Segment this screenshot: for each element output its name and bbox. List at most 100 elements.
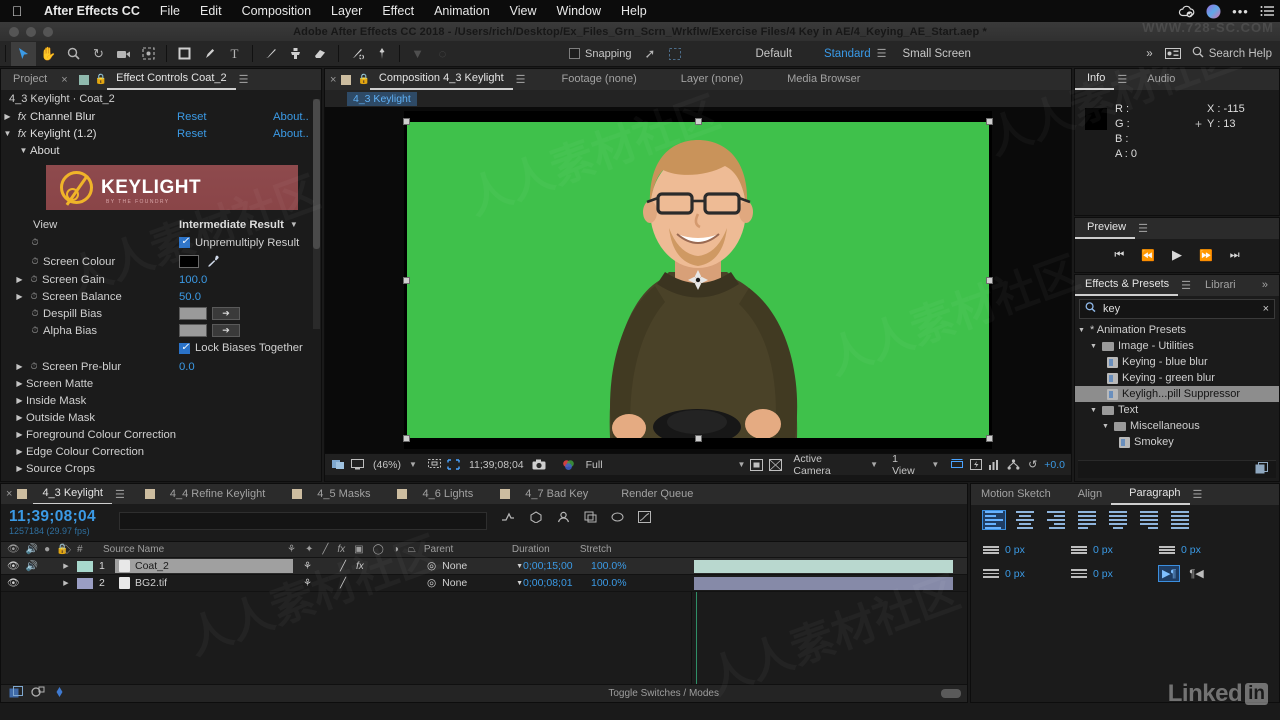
tab-4-4-refine-keylight[interactable]: 4_4 Refine Keylight bbox=[161, 484, 274, 505]
view-dropdown[interactable]: Intermediate Result ▼ bbox=[179, 219, 298, 231]
alpha-bias-swatch[interactable] bbox=[179, 324, 207, 337]
eye-icon[interactable]: 👁 bbox=[7, 578, 20, 589]
tab-effects-presets[interactable]: Effects & Presets bbox=[1075, 275, 1179, 296]
selection-handle-bc[interactable] bbox=[695, 435, 702, 442]
property-row-screen-balance[interactable]: ▶ ⏱ Screen Balance 50.0 bbox=[1, 288, 321, 305]
puppet-pin-tool-icon[interactable] bbox=[369, 42, 394, 66]
fast-previews-icon[interactable] bbox=[968, 457, 983, 473]
menu-window[interactable]: Window bbox=[547, 0, 611, 22]
align-center-button[interactable] bbox=[1014, 511, 1036, 529]
tab-info[interactable]: Info bbox=[1075, 69, 1115, 90]
indent-first-line-field[interactable]: 0 px bbox=[983, 566, 1071, 581]
ltr-icon[interactable]: ▶¶ bbox=[1157, 565, 1181, 582]
layer-label-color[interactable] bbox=[77, 560, 93, 572]
workspace-default[interactable]: Default bbox=[740, 48, 808, 60]
tab-render-queue[interactable]: Render Queue bbox=[597, 484, 702, 505]
chevron-right-icon[interactable]: ▶ bbox=[13, 430, 26, 439]
space-after-field[interactable]: 0 px bbox=[1071, 566, 1159, 581]
parent-pickwhip-icon[interactable]: ◎ bbox=[427, 577, 436, 589]
chevron-right-icon[interactable]: ▶ bbox=[1, 112, 14, 121]
alpha-bias-arrow-icon[interactable]: ➔ bbox=[212, 324, 240, 337]
shape-tool-icon[interactable] bbox=[172, 42, 197, 66]
effects-search-field[interactable]: key × bbox=[1079, 299, 1275, 319]
chevron-right-icon[interactable]: ▶ bbox=[13, 292, 26, 301]
about-channel-blur-button[interactable]: About.. bbox=[273, 111, 309, 123]
timeline-ruler[interactable]: 10s 12s 14s 16s bbox=[691, 504, 967, 542]
more-icon[interactable]: ••• bbox=[1232, 3, 1249, 20]
graph-editor-icon[interactable] bbox=[638, 511, 651, 526]
chevron-down-icon[interactable]: ▼ bbox=[516, 580, 523, 587]
selection-handle-mr[interactable] bbox=[986, 277, 993, 284]
menu-after-effects-cc[interactable]: After Effects CC bbox=[34, 0, 150, 22]
effect-row-keylight[interactable]: ▼ fx Keylight (1.2) Reset About.. bbox=[1, 125, 321, 142]
group-row-outside-mask[interactable]: ▶ Outside Mask bbox=[1, 409, 321, 426]
info-menu-icon[interactable]: ☰ bbox=[1117, 73, 1127, 86]
unpremultiply-checkbox-wrap[interactable]: Unpremultiply Result bbox=[179, 236, 299, 249]
menu-file[interactable]: File bbox=[150, 0, 190, 22]
lock-icon[interactable]: 🔒 bbox=[95, 74, 107, 85]
property-row-alpha-bias[interactable]: ⏱ Alpha Bias ➔ bbox=[1, 322, 321, 339]
alpha-bias-controls[interactable]: ➔ bbox=[179, 324, 240, 337]
layer-duration-bar[interactable] bbox=[694, 577, 953, 590]
clear-search-icon[interactable]: × bbox=[1263, 303, 1269, 315]
screen-balance-value[interactable]: 50.0 bbox=[179, 291, 201, 303]
brush-tool-icon[interactable] bbox=[258, 42, 283, 66]
first-frame-icon[interactable]: ⏮ bbox=[1114, 249, 1124, 262]
group-row-screen-matte[interactable]: ▶ Screen Matte bbox=[1, 375, 321, 392]
screen-colour-controls[interactable] bbox=[179, 255, 222, 269]
justify-last-right-button[interactable] bbox=[1138, 511, 1160, 529]
snapping-checkbox[interactable] bbox=[569, 48, 580, 59]
composition-stage[interactable] bbox=[325, 107, 1071, 453]
timeline-hscrollbar[interactable] bbox=[941, 689, 961, 698]
table-row[interactable]: 👁 🔊 ▶ 1 Coat_2 ⚘ ╱ fx ◎ None ▼ 0;00;15;0… bbox=[1, 558, 967, 575]
close-composition-tab-icon[interactable]: × bbox=[325, 74, 341, 86]
layer-duration-bar[interactable] bbox=[694, 560, 953, 573]
menu-animation[interactable]: Animation bbox=[424, 0, 500, 22]
hide-shy-layers-icon[interactable] bbox=[557, 511, 570, 526]
toggle-switches-modes-button[interactable]: Toggle Switches / Modes bbox=[608, 688, 719, 699]
tab-align[interactable]: Align bbox=[1060, 484, 1111, 505]
tab-4-6-lights[interactable]: 4_6 Lights bbox=[413, 484, 482, 505]
region-of-interest-icon[interactable] bbox=[446, 457, 461, 473]
live-update-icon[interactable] bbox=[501, 511, 515, 526]
close-project-tab-icon[interactable]: × bbox=[56, 74, 72, 86]
chevron-down-icon[interactable]: ▼ bbox=[516, 563, 523, 570]
quality-switch-icon[interactable]: ╱ bbox=[340, 578, 346, 589]
effect-group-about[interactable]: ▼ About bbox=[1, 142, 321, 159]
justify-last-center-button[interactable] bbox=[1107, 511, 1129, 529]
channels-icon[interactable] bbox=[561, 457, 576, 473]
tab-4-3-keylight[interactable]: 4_3 Keylight bbox=[33, 484, 112, 505]
play-icon[interactable]: ▶ bbox=[1172, 247, 1182, 263]
lock-icon[interactable]: 🔒 bbox=[357, 74, 369, 85]
selection-handle-tr[interactable] bbox=[986, 118, 993, 125]
menu-composition[interactable]: Composition bbox=[232, 0, 321, 22]
pixel-aspect-correction-icon[interactable] bbox=[949, 457, 964, 473]
tab-paragraph[interactable]: Paragraph bbox=[1111, 484, 1190, 505]
apple-logo-icon[interactable]:  bbox=[0, 3, 34, 19]
hand-tool-icon[interactable]: ✋ bbox=[36, 42, 61, 66]
clone-stamp-tool-icon[interactable] bbox=[283, 42, 308, 66]
group-row-inside-mask[interactable]: ▶ Inside Mask bbox=[1, 392, 321, 409]
stopwatch-icon[interactable]: ⏱ bbox=[27, 325, 43, 336]
tree-node-miscellaneous[interactable]: ▼ Miscellaneous bbox=[1075, 418, 1279, 434]
scrollbar-thumb[interactable] bbox=[313, 99, 320, 249]
anchor-point-icon[interactable] bbox=[687, 269, 709, 291]
always-preview-icon[interactable] bbox=[331, 457, 346, 473]
composition-menu-icon[interactable]: ☰ bbox=[516, 73, 526, 86]
expand-layer-icon[interactable]: ▶ bbox=[55, 562, 77, 570]
tab-motion-sketch[interactable]: Motion Sketch bbox=[971, 484, 1060, 505]
justify-last-left-button[interactable] bbox=[1076, 511, 1098, 529]
align-right-button[interactable] bbox=[1045, 511, 1067, 529]
group-row-edge-colour-correction[interactable]: ▶ Edge Colour Correction bbox=[1, 443, 321, 460]
views-dropdown[interactable]: 1 View ▼ bbox=[892, 453, 939, 477]
unpremultiply-checkbox[interactable] bbox=[179, 236, 190, 248]
snapshot-camera-icon[interactable] bbox=[532, 457, 547, 473]
reset-channel-blur-button[interactable]: Reset bbox=[177, 111, 207, 123]
tab-effect-controls[interactable]: Effect Controls Coat_2 bbox=[107, 69, 236, 90]
next-frame-icon[interactable]: ⏩ bbox=[1199, 249, 1213, 262]
reset-keylight-button[interactable]: Reset bbox=[177, 128, 207, 140]
comp-flowchart-icon[interactable] bbox=[1006, 457, 1021, 473]
screen-preblur-value[interactable]: 0.0 bbox=[179, 361, 195, 373]
tab-4-5-masks[interactable]: 4_5 Masks bbox=[308, 484, 379, 505]
tree-node-image-utilities[interactable]: ▼ Image - Utilities bbox=[1075, 338, 1279, 354]
